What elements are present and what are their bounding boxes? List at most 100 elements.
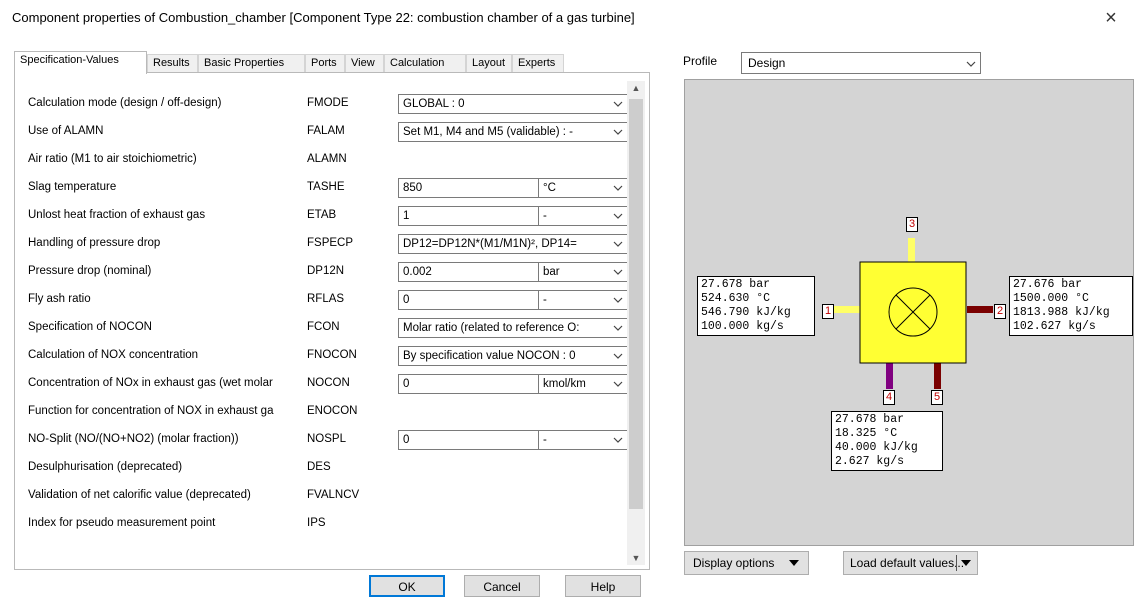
- tashe-unit-select[interactable]: °C: [538, 178, 628, 198]
- port-4-temperature: 18.325 °C: [835, 427, 898, 440]
- fspecp-value: DP12=DP12N*(M1/M1N)², DP14=: [403, 238, 577, 250]
- port-2-temperature: 1500.000 °C: [1013, 292, 1089, 305]
- display-options-button[interactable]: Display options: [684, 551, 809, 575]
- tab-basic-properties[interactable]: Basic Properties: [198, 54, 305, 73]
- tab-layout[interactable]: Layout: [466, 54, 512, 73]
- tab-experts[interactable]: Experts: [512, 54, 564, 73]
- falam-select[interactable]: Set M1, M4 and M5 (validable) : -: [398, 122, 628, 142]
- etab-input[interactable]: 1: [398, 206, 539, 226]
- prop-code-tashe: TASHE: [307, 181, 345, 193]
- port-1-enthalpy: 546.790 kJ/kg: [701, 306, 791, 319]
- prop-code-nospl: NOSPL: [307, 433, 346, 445]
- chevron-down-icon: [613, 437, 623, 443]
- nocon-unit-select[interactable]: kmol/km: [538, 374, 628, 394]
- ok-button[interactable]: OK: [369, 575, 445, 597]
- properties-scrollbar[interactable]: ▲ ▼: [627, 81, 645, 565]
- scroll-up-icon[interactable]: ▲: [627, 81, 645, 95]
- prop-code-fnocon: FNOCON: [307, 349, 357, 361]
- prop-label-rflas: Fly ash ratio: [28, 293, 91, 305]
- port-2-pressure: 27.676 bar: [1013, 278, 1083, 291]
- chevron-down-icon: [613, 241, 623, 247]
- chevron-down-icon: [613, 381, 623, 387]
- port-4-enthalpy: 40.000 kJ/kg: [835, 441, 918, 454]
- specification-values-panel: Calculation mode (design / off-design) F…: [14, 72, 650, 570]
- prop-code-alamn: ALAMN: [307, 153, 347, 165]
- etab-unit-select[interactable]: -: [538, 206, 628, 226]
- nospl-input[interactable]: 0: [398, 430, 539, 450]
- nocon-input[interactable]: 0: [398, 374, 539, 394]
- close-icon[interactable]: ×: [1099, 6, 1123, 30]
- tab-strip: Specification-Values Results Basic Prope…: [14, 51, 650, 74]
- tab-view[interactable]: View: [345, 54, 384, 73]
- chevron-down-icon: [613, 101, 623, 107]
- port-2-label[interactable]: 2: [994, 304, 1006, 319]
- component-diagram: 1 2 3 4 5 27.678 bar 524.630 °C 546.790 …: [684, 79, 1134, 546]
- scrollbar-thumb[interactable]: [629, 99, 643, 509]
- chevron-down-icon: [613, 297, 623, 303]
- port-5-line: [934, 363, 941, 389]
- fmode-select[interactable]: GLOBAL : 0: [398, 94, 628, 114]
- profile-value: Design: [748, 56, 786, 70]
- port-2-enthalpy: 1813.988 kJ/kg: [1013, 306, 1110, 319]
- port-1-line: [834, 306, 860, 313]
- port-2-massflow: 102.627 kg/s: [1013, 320, 1096, 333]
- prop-label-fvalncv: Validation of net calorific value (depre…: [28, 489, 251, 501]
- chevron-down-icon: [613, 325, 623, 331]
- tashe-input[interactable]: 850: [398, 178, 539, 198]
- chevron-down-icon: [613, 185, 623, 191]
- port-3-line: [908, 238, 915, 262]
- profile-label: Profile: [683, 54, 718, 68]
- prop-label-falam: Use of ALAMN: [28, 125, 104, 137]
- prop-label-nocon: Concentration of NOx in exhaust gas (wet…: [28, 377, 273, 389]
- fnocon-select[interactable]: By specification value NOCON : 0: [398, 346, 628, 366]
- tab-specification-values[interactable]: Specification-Values: [14, 51, 147, 74]
- cancel-button[interactable]: Cancel: [464, 575, 540, 597]
- prop-code-fspecp: FSPECP: [307, 237, 354, 249]
- fnocon-value: By specification value NOCON : 0: [403, 350, 576, 362]
- port-4-massflow: 2.627 kg/s: [835, 455, 905, 468]
- load-default-values-button[interactable]: Load default values...: [843, 551, 978, 575]
- help-button[interactable]: Help: [565, 575, 641, 597]
- port-4-pressure: 27.678 bar: [835, 413, 905, 426]
- caret-down-icon[interactable]: [961, 560, 971, 567]
- prop-code-fvalncv: FVALNCV: [307, 489, 360, 501]
- fcon-value: Molar ratio (related to reference O:: [403, 322, 580, 334]
- rflas-input[interactable]: 0: [398, 290, 539, 310]
- title-bar: Component properties of Combustion_chamb…: [0, 0, 1137, 38]
- port-1-label[interactable]: 1: [822, 304, 834, 319]
- chevron-down-icon: [613, 213, 623, 219]
- tab-results[interactable]: Results: [147, 54, 198, 73]
- prop-label-fcon: Specification of NOCON: [28, 321, 152, 333]
- fmode-value: GLOBAL : 0: [403, 98, 465, 110]
- fcon-select[interactable]: Molar ratio (related to reference O:: [398, 318, 628, 338]
- port-3-label[interactable]: 3: [906, 217, 918, 232]
- dp12n-input[interactable]: 0.002: [398, 262, 539, 282]
- rflas-unit-select[interactable]: -: [538, 290, 628, 310]
- tab-ports[interactable]: Ports: [305, 54, 345, 73]
- tab-calculation[interactable]: Calculation: [384, 54, 466, 73]
- fspecp-select[interactable]: DP12=DP12N*(M1/M1N)², DP14=: [398, 234, 628, 254]
- prop-label-fnocon: Calculation of NOX concentration: [28, 349, 199, 361]
- prop-label-fspecp: Handling of pressure drop: [28, 237, 161, 249]
- prop-code-etab: ETAB: [307, 209, 337, 221]
- prop-label-tashe: Slag temperature: [28, 181, 117, 193]
- prop-label-des: Desulphurisation (deprecated): [28, 461, 183, 473]
- scroll-down-icon[interactable]: ▼: [627, 551, 645, 565]
- prop-code-nocon: NOCON: [307, 377, 350, 389]
- port-4-label[interactable]: 4: [883, 390, 895, 405]
- nospl-unit-select[interactable]: -: [538, 430, 628, 450]
- load-default-values-label: Load default values...: [850, 556, 965, 570]
- chevron-down-icon: [966, 61, 976, 67]
- falam-value: Set M1, M4 and M5 (validable) : -: [403, 126, 574, 138]
- port-1-temperature: 524.630 °C: [701, 292, 771, 305]
- split-divider: [956, 555, 957, 571]
- prop-label-etab: Unlost heat fraction of exhaust gas: [28, 209, 206, 221]
- nospl-unit: -: [543, 434, 547, 446]
- port-2-line: [967, 306, 993, 313]
- port-5-label[interactable]: 5: [931, 390, 943, 405]
- port-1-results-box: 27.678 bar 524.630 °C 546.790 kJ/kg 100.…: [697, 276, 815, 336]
- dp12n-unit-select[interactable]: bar: [538, 262, 628, 282]
- profile-select[interactable]: Design: [741, 52, 981, 74]
- prop-code-falam: FALAM: [307, 125, 345, 137]
- prop-code-dp12n: DP12N: [307, 265, 345, 277]
